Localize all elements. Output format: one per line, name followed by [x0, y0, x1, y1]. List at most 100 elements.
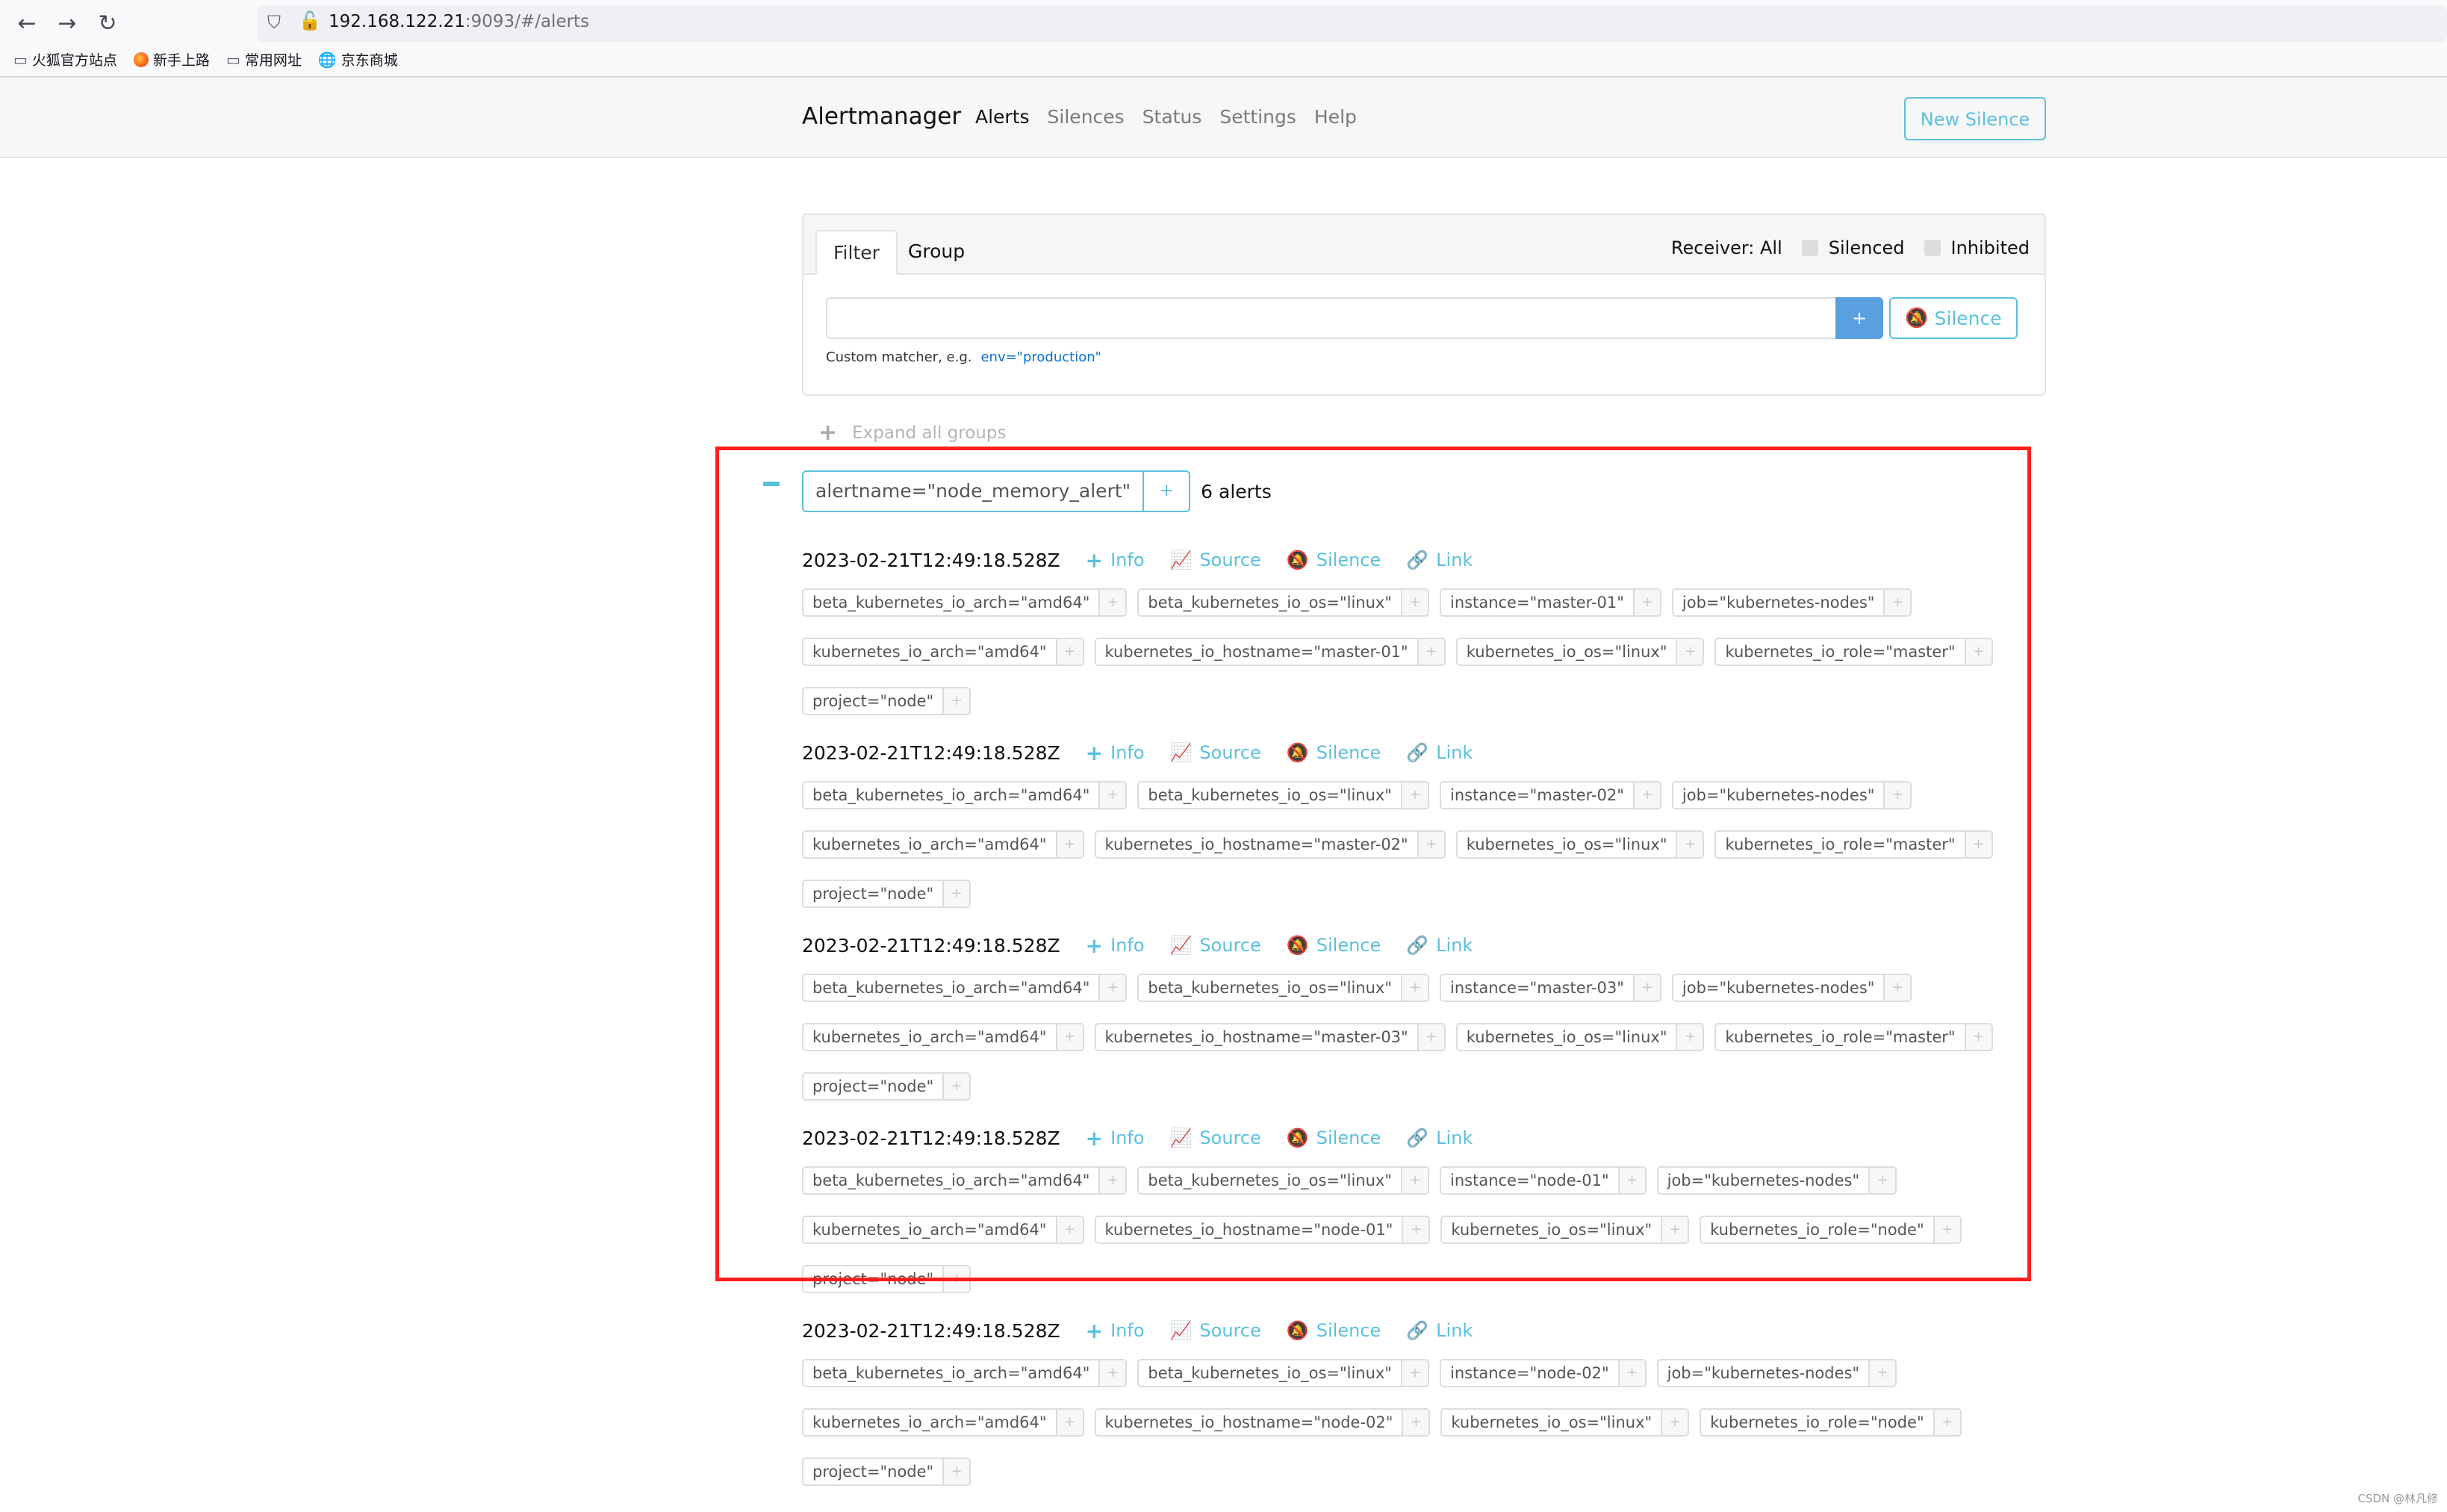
- label-text[interactable]: beta_kubernetes_io_arch="amd64": [803, 783, 1098, 808]
- silence-filter-button[interactable]: 🔕 Silence: [1889, 297, 2018, 339]
- add-label-filter-button[interactable]: +: [1933, 1217, 1960, 1242]
- add-label-filter-button[interactable]: +: [1632, 783, 1660, 808]
- label-chip[interactable]: kubernetes_io_arch="amd64" +: [802, 638, 1084, 666]
- label-chip[interactable]: kubernetes_io_arch="amd64" +: [802, 1023, 1084, 1051]
- matcher-input[interactable]: [826, 297, 1835, 339]
- add-label-filter-button[interactable]: +: [1401, 1360, 1428, 1386]
- add-label-filter-button[interactable]: +: [1661, 1217, 1688, 1242]
- insecure-lock-icon[interactable]: 🔓: [299, 10, 321, 31]
- new-silence-button[interactable]: New Silence: [1904, 97, 2046, 140]
- label-chip[interactable]: kubernetes_io_os="linux" +: [1455, 830, 1705, 859]
- add-label-filter-button[interactable]: +: [1098, 783, 1126, 808]
- group-label[interactable]: alertname="node_memory_alert": [802, 470, 1145, 512]
- source-link[interactable]: 📈 Source: [1170, 1127, 1261, 1148]
- label-chip[interactable]: beta_kubernetes_io_arch="amd64" +: [802, 1359, 1128, 1387]
- label-text[interactable]: beta_kubernetes_io_os="linux": [1139, 783, 1401, 808]
- label-text[interactable]: instance="node-02": [1441, 1360, 1618, 1386]
- info-button[interactable]: + Info: [1086, 741, 1145, 765]
- add-label-filter-button[interactable]: +: [1055, 639, 1083, 665]
- collapse-group-icon[interactable]: [763, 482, 780, 486]
- label-text[interactable]: project="node": [803, 688, 942, 714]
- label-chip[interactable]: kubernetes_io_role="master" +: [1714, 830, 1993, 859]
- url-text[interactable]: 192.168.122.21:9093/#/alerts: [329, 12, 589, 31]
- label-chip[interactable]: beta_kubernetes_io_arch="amd64" +: [802, 588, 1128, 617]
- add-label-filter-button[interactable]: +: [1676, 1024, 1703, 1050]
- label-text[interactable]: instance="master-02": [1441, 783, 1633, 808]
- label-text[interactable]: kubernetes_io_role="master": [1716, 832, 1964, 857]
- label-text[interactable]: instance="master-03": [1441, 975, 1633, 1001]
- add-label-filter-button[interactable]: +: [1055, 832, 1083, 857]
- add-label-filter-button[interactable]: +: [1933, 1410, 1960, 1435]
- bookmark-item[interactable]: ▭ 火狐官方站点: [13, 49, 117, 69]
- silence-alert-button[interactable]: 🔕 Silence: [1287, 1127, 1381, 1148]
- expand-all-groups[interactable]: + Expand all groups: [818, 420, 1006, 446]
- silence-alert-button[interactable]: 🔕 Silence: [1287, 742, 1381, 763]
- label-text[interactable]: beta_kubernetes_io_os="linux": [1139, 975, 1401, 1001]
- receiver-select[interactable]: Receiver: All: [1671, 237, 1782, 258]
- back-arrow-icon[interactable]: ←: [12, 10, 42, 37]
- add-label-filter-button[interactable]: +: [1617, 1168, 1645, 1193]
- add-label-filter-button[interactable]: +: [1098, 590, 1126, 615]
- silenced-checkbox[interactable]: [1801, 240, 1818, 256]
- add-label-filter-button[interactable]: +: [1883, 783, 1911, 808]
- bookmark-item[interactable]: 🌐 京东商城: [318, 49, 398, 69]
- label-chip[interactable]: job="kubernetes-nodes" +: [1671, 781, 1912, 809]
- add-label-filter-button[interactable]: +: [1401, 783, 1428, 808]
- source-link[interactable]: 📈 Source: [1170, 935, 1261, 956]
- alert-link[interactable]: 🔗 Link: [1406, 1320, 1473, 1341]
- label-text[interactable]: beta_kubernetes_io_arch="amd64": [803, 1168, 1098, 1193]
- label-chip[interactable]: job="kubernetes-nodes" +: [1656, 1166, 1897, 1195]
- nav-status[interactable]: Status: [1142, 106, 1202, 128]
- brand-logo[interactable]: Alertmanager: [802, 103, 961, 130]
- label-text[interactable]: project="node": [803, 1074, 942, 1099]
- add-label-filter-button[interactable]: +: [1055, 1410, 1083, 1435]
- add-label-filter-button[interactable]: +: [942, 1074, 970, 1099]
- label-chip[interactable]: kubernetes_io_role="node" +: [1700, 1216, 1962, 1244]
- add-label-filter-button[interactable]: +: [1417, 1024, 1444, 1050]
- label-chip[interactable]: project="node" +: [802, 687, 971, 715]
- label-text[interactable]: kubernetes_io_role="master": [1716, 1024, 1964, 1050]
- tab-group[interactable]: Group: [892, 230, 981, 275]
- label-chip[interactable]: kubernetes_io_arch="amd64" +: [802, 830, 1084, 859]
- label-chip[interactable]: kubernetes_io_role="node" +: [1700, 1408, 1962, 1437]
- add-label-filter-button[interactable]: +: [1098, 1168, 1126, 1193]
- label-text[interactable]: job="kubernetes-nodes": [1673, 975, 1884, 1001]
- label-chip[interactable]: beta_kubernetes_io_arch="amd64" +: [802, 781, 1128, 809]
- add-label-filter-button[interactable]: +: [942, 688, 970, 714]
- label-chip[interactable]: beta_kubernetes_io_os="linux" +: [1137, 1359, 1430, 1387]
- add-label-filter-button[interactable]: +: [1883, 590, 1911, 615]
- label-chip[interactable]: instance="master-03" +: [1440, 974, 1661, 1002]
- add-matcher-button[interactable]: +: [1835, 297, 1883, 339]
- label-text[interactable]: beta_kubernetes_io_arch="amd64": [803, 975, 1098, 1001]
- label-text[interactable]: kubernetes_io_role="master": [1716, 639, 1964, 665]
- label-chip[interactable]: kubernetes_io_os="linux" +: [1455, 1023, 1705, 1051]
- label-chip[interactable]: beta_kubernetes_io_arch="amd64" +: [802, 1166, 1128, 1195]
- add-label-filter-button[interactable]: +: [1055, 1024, 1083, 1050]
- reload-icon[interactable]: ↻: [93, 10, 122, 37]
- label-chip[interactable]: kubernetes_io_os="linux" +: [1440, 1216, 1690, 1244]
- label-text[interactable]: project="node": [803, 1266, 942, 1292]
- info-button[interactable]: + Info: [1086, 1126, 1145, 1151]
- label-chip[interactable]: beta_kubernetes_io_os="linux" +: [1137, 781, 1430, 809]
- label-text[interactable]: kubernetes_io_arch="amd64": [803, 1410, 1056, 1435]
- label-chip[interactable]: project="node" +: [802, 1265, 971, 1293]
- add-label-filter-button[interactable]: +: [1401, 1168, 1428, 1193]
- add-label-filter-button[interactable]: +: [1417, 639, 1444, 665]
- label-chip[interactable]: kubernetes_io_os="linux" +: [1440, 1408, 1690, 1437]
- add-label-filter-button[interactable]: +: [1883, 975, 1911, 1001]
- add-label-filter-button[interactable]: +: [1402, 1217, 1429, 1242]
- label-text[interactable]: kubernetes_io_hostname="master-01": [1096, 639, 1417, 665]
- add-label-filter-button[interactable]: +: [1402, 1410, 1429, 1435]
- label-chip[interactable]: beta_kubernetes_io_os="linux" +: [1137, 1166, 1430, 1195]
- label-text[interactable]: kubernetes_io_os="linux": [1458, 832, 1676, 857]
- add-label-filter-button[interactable]: +: [1098, 1360, 1126, 1386]
- add-label-filter-button[interactable]: +: [1964, 832, 1992, 857]
- label-text[interactable]: job="kubernetes-nodes": [1658, 1360, 1869, 1386]
- alert-link[interactable]: 🔗 Link: [1406, 935, 1473, 956]
- label-text[interactable]: kubernetes_io_hostname="master-03": [1096, 1024, 1417, 1050]
- label-chip[interactable]: project="node" +: [802, 1072, 971, 1101]
- add-label-filter-button[interactable]: +: [1401, 975, 1428, 1001]
- label-text[interactable]: kubernetes_io_os="linux": [1458, 1024, 1676, 1050]
- label-text[interactable]: kubernetes_io_os="linux": [1442, 1410, 1661, 1435]
- label-chip[interactable]: kubernetes_io_hostname="master-01" +: [1094, 638, 1446, 666]
